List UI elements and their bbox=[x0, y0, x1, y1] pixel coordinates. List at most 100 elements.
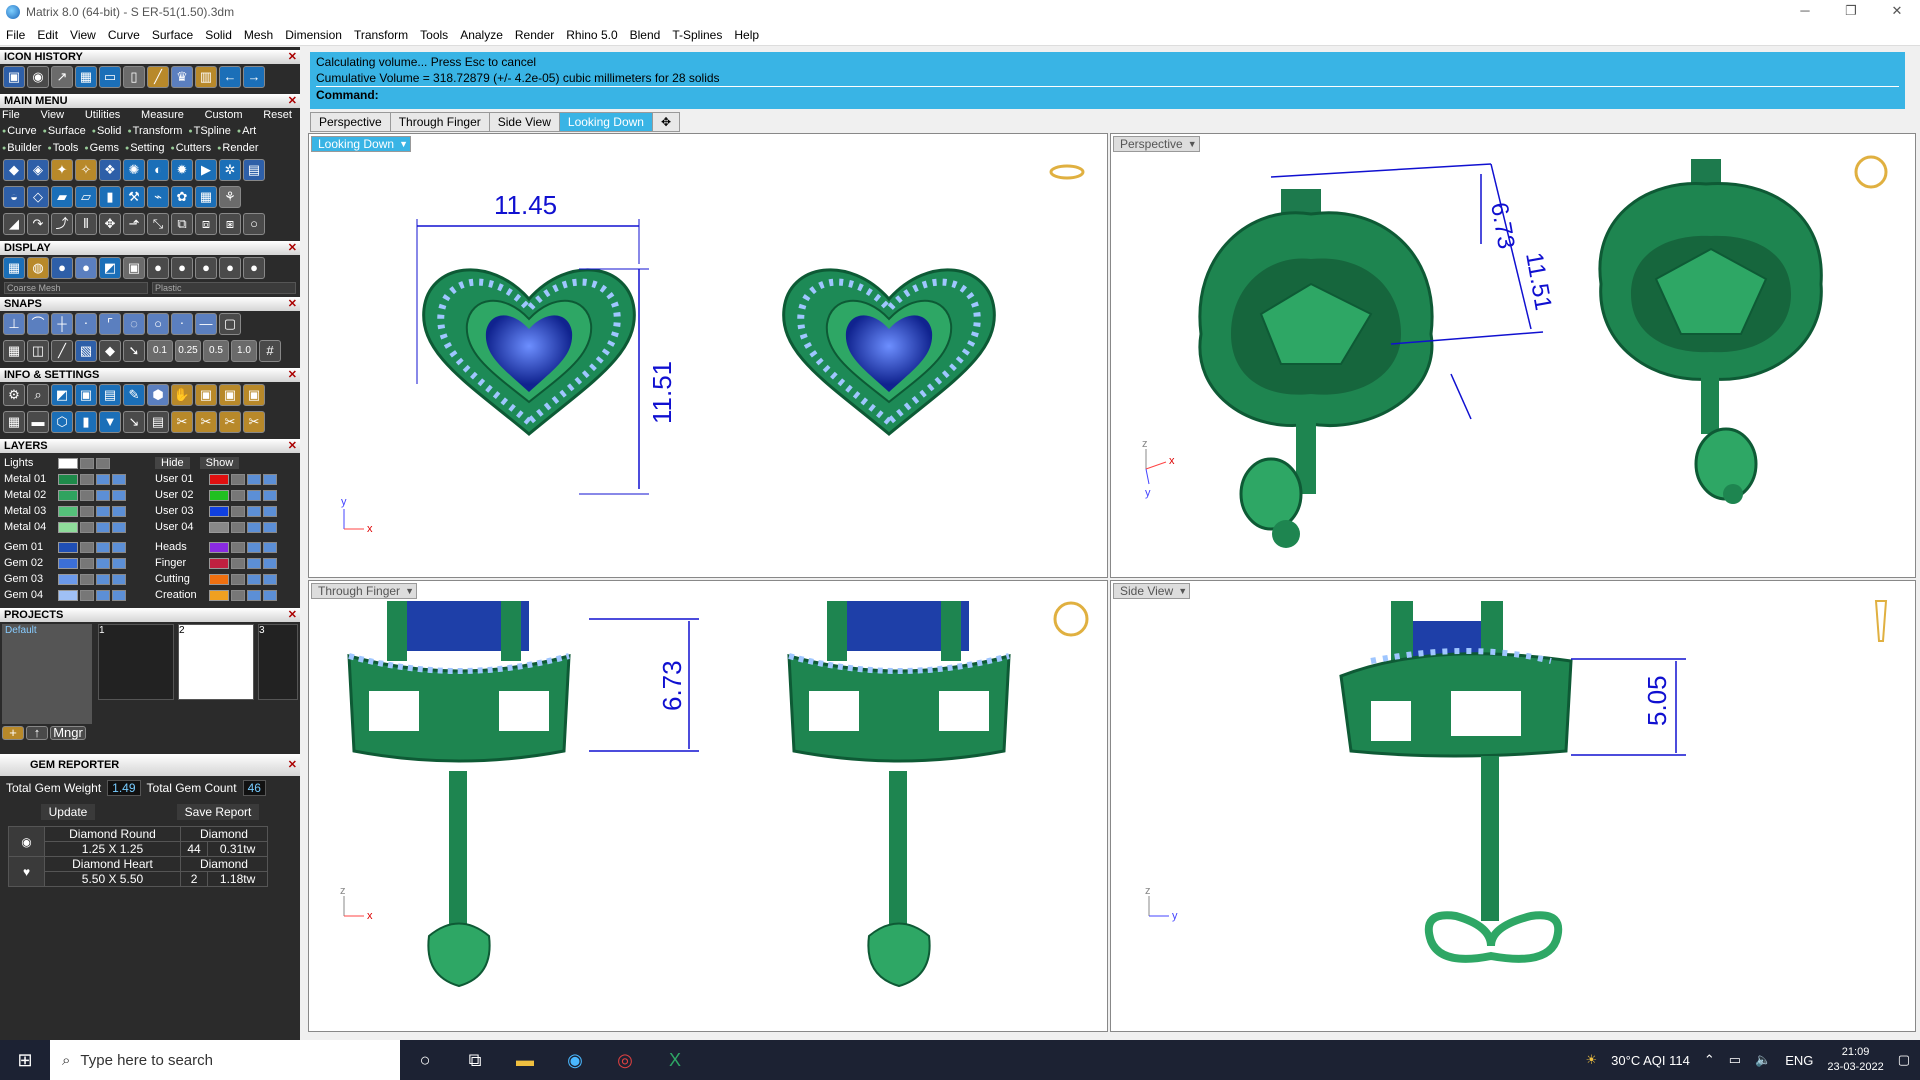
tool-icon[interactable]: ○ bbox=[243, 213, 265, 235]
close-icon[interactable]: ✕ bbox=[288, 94, 297, 108]
visibility-icon[interactable] bbox=[247, 557, 261, 569]
menu-tsplines[interactable]: T-Splines bbox=[666, 28, 728, 42]
tab-through-finger[interactable]: Through Finger bbox=[389, 112, 490, 132]
visibility-icon[interactable] bbox=[96, 457, 110, 469]
layer-row[interactable]: User 03 bbox=[155, 503, 296, 519]
mm-solid[interactable]: Solid bbox=[92, 123, 121, 140]
mm-tab-file[interactable]: File bbox=[2, 108, 20, 123]
tool-icon[interactable]: ▣ bbox=[243, 384, 265, 406]
weather-text[interactable]: 30°C AQI 114 bbox=[1611, 1053, 1690, 1068]
layer-color[interactable] bbox=[58, 457, 78, 469]
tool-icon[interactable]: ✂ bbox=[243, 411, 265, 433]
tool-icon[interactable]: ⌁ bbox=[147, 186, 169, 208]
layer-row[interactable]: Creation bbox=[155, 587, 296, 603]
lock-icon[interactable] bbox=[80, 521, 94, 533]
show-button[interactable]: Show bbox=[199, 457, 240, 469]
snap-icon[interactable]: ⌜ bbox=[99, 313, 121, 335]
selectable-icon[interactable] bbox=[263, 541, 277, 553]
layer-row[interactable]: Finger bbox=[155, 555, 296, 571]
menu-file[interactable]: File bbox=[0, 28, 31, 42]
tool-icon[interactable]: ↷ bbox=[27, 213, 49, 235]
layer-row[interactable]: User 04 bbox=[155, 519, 296, 535]
lock-icon[interactable] bbox=[80, 557, 94, 569]
snap-icon[interactable]: ⋅ bbox=[171, 313, 193, 335]
selectable-icon[interactable] bbox=[263, 473, 277, 485]
arrow-right-icon[interactable]: → bbox=[243, 66, 265, 88]
snap-icon[interactable]: ➘ bbox=[123, 340, 145, 362]
windows-start-icon[interactable]: ⊞ bbox=[0, 1050, 50, 1071]
layer-row[interactable]: Gem 01 bbox=[4, 539, 145, 555]
close-icon[interactable]: ✕ bbox=[288, 297, 297, 311]
tool-icon[interactable]: ▦ bbox=[195, 186, 217, 208]
lock-icon[interactable] bbox=[80, 489, 94, 501]
search-icon[interactable]: ⌕ bbox=[27, 384, 49, 406]
tool-icon[interactable]: ⬢ bbox=[147, 384, 169, 406]
tool-icon[interactable]: ● bbox=[51, 257, 73, 279]
lock-icon[interactable] bbox=[231, 573, 245, 585]
weather-icon[interactable]: ☀ bbox=[1586, 1052, 1598, 1068]
snap-value[interactable]: 0.25 bbox=[175, 340, 201, 362]
tool-icon[interactable]: ⬡ bbox=[51, 411, 73, 433]
up-icon[interactable]: ↑ bbox=[26, 726, 48, 740]
save-report-button[interactable]: Save Report bbox=[176, 804, 260, 820]
snap-icon[interactable]: ▢ bbox=[219, 313, 241, 335]
layer-row[interactable]: Metal 03 bbox=[4, 503, 145, 519]
project-slot-2[interactable]: 2 bbox=[178, 624, 254, 700]
selectable-icon[interactable] bbox=[112, 505, 126, 517]
selectable-icon[interactable] bbox=[112, 573, 126, 585]
snap-value[interactable]: 1.0 bbox=[231, 340, 257, 362]
gem-icon[interactable]: ◇ bbox=[27, 186, 49, 208]
tool-icon[interactable]: ▶ bbox=[195, 159, 217, 181]
layer-color-swatch[interactable] bbox=[58, 557, 78, 569]
viewport-perspective[interactable]: Perspective ▼ 6.73 11.51 z x y bbox=[1110, 133, 1916, 578]
mm-builder[interactable]: Builder bbox=[2, 140, 41, 157]
menu-surface[interactable]: Surface bbox=[146, 28, 199, 42]
visibility-icon[interactable] bbox=[247, 573, 261, 585]
selectable-icon[interactable] bbox=[263, 557, 277, 569]
snap-icon[interactable]: ╱ bbox=[51, 340, 73, 362]
settings-icon[interactable]: ⚙ bbox=[3, 384, 25, 406]
viewport-title[interactable]: Through Finger ▼ bbox=[311, 583, 418, 599]
tool-icon[interactable]: ● bbox=[171, 257, 193, 279]
tool-icon[interactable]: ● bbox=[195, 257, 217, 279]
close-icon[interactable]: ✕ bbox=[288, 368, 297, 382]
viewport-title[interactable]: Side View ▼ bbox=[1113, 583, 1191, 599]
mm-tab-measure[interactable]: Measure bbox=[141, 108, 184, 123]
tool-icon[interactable]: ✲ bbox=[219, 159, 241, 181]
selectable-icon[interactable] bbox=[263, 573, 277, 585]
mm-render[interactable]: Render bbox=[217, 140, 258, 157]
project-default[interactable]: Default bbox=[5, 625, 37, 636]
menu-analyze[interactable]: Analyze bbox=[454, 28, 509, 42]
lock-icon[interactable] bbox=[231, 505, 245, 517]
close-icon[interactable]: ✕ bbox=[288, 50, 297, 64]
tool-icon[interactable]: ▣ bbox=[195, 384, 217, 406]
layer-color-swatch[interactable] bbox=[209, 541, 229, 553]
tray-chevron-icon[interactable]: ⌃ bbox=[1704, 1052, 1715, 1068]
visibility-icon[interactable] bbox=[96, 541, 110, 553]
layer-color-swatch[interactable] bbox=[209, 589, 229, 601]
layer-color-swatch[interactable] bbox=[58, 541, 78, 553]
lock-icon[interactable] bbox=[80, 573, 94, 585]
lock-icon[interactable] bbox=[231, 521, 245, 533]
menu-solid[interactable]: Solid bbox=[199, 28, 238, 42]
layer-color-swatch[interactable] bbox=[209, 473, 229, 485]
mm-surface[interactable]: Surface bbox=[43, 123, 86, 140]
layer-color-swatch[interactable] bbox=[209, 573, 229, 585]
menu-tools[interactable]: Tools bbox=[414, 28, 454, 42]
taskbar-search[interactable]: ⌕ Type here to search bbox=[50, 1040, 400, 1080]
tool-icon[interactable]: ● bbox=[243, 257, 265, 279]
tool-icon[interactable]: ▣ bbox=[219, 384, 241, 406]
selectable-icon[interactable] bbox=[263, 589, 277, 601]
tool-icon[interactable]: ▦ bbox=[75, 66, 97, 88]
task-view-icon[interactable]: ⧉ bbox=[450, 1050, 500, 1071]
lock-icon[interactable] bbox=[80, 541, 94, 553]
close-button[interactable]: ✕ bbox=[1874, 0, 1920, 24]
visibility-icon[interactable] bbox=[96, 489, 110, 501]
snap-icon[interactable]: ▦ bbox=[3, 340, 25, 362]
tool-icon[interactable]: ✂ bbox=[219, 411, 241, 433]
tool-icon[interactable]: ◢ bbox=[3, 213, 25, 235]
tool-icon[interactable]: ✂ bbox=[195, 411, 217, 433]
mm-transform[interactable]: Transform bbox=[127, 123, 183, 140]
selectable-icon[interactable] bbox=[112, 541, 126, 553]
tool-icon[interactable]: ✧ bbox=[75, 159, 97, 181]
